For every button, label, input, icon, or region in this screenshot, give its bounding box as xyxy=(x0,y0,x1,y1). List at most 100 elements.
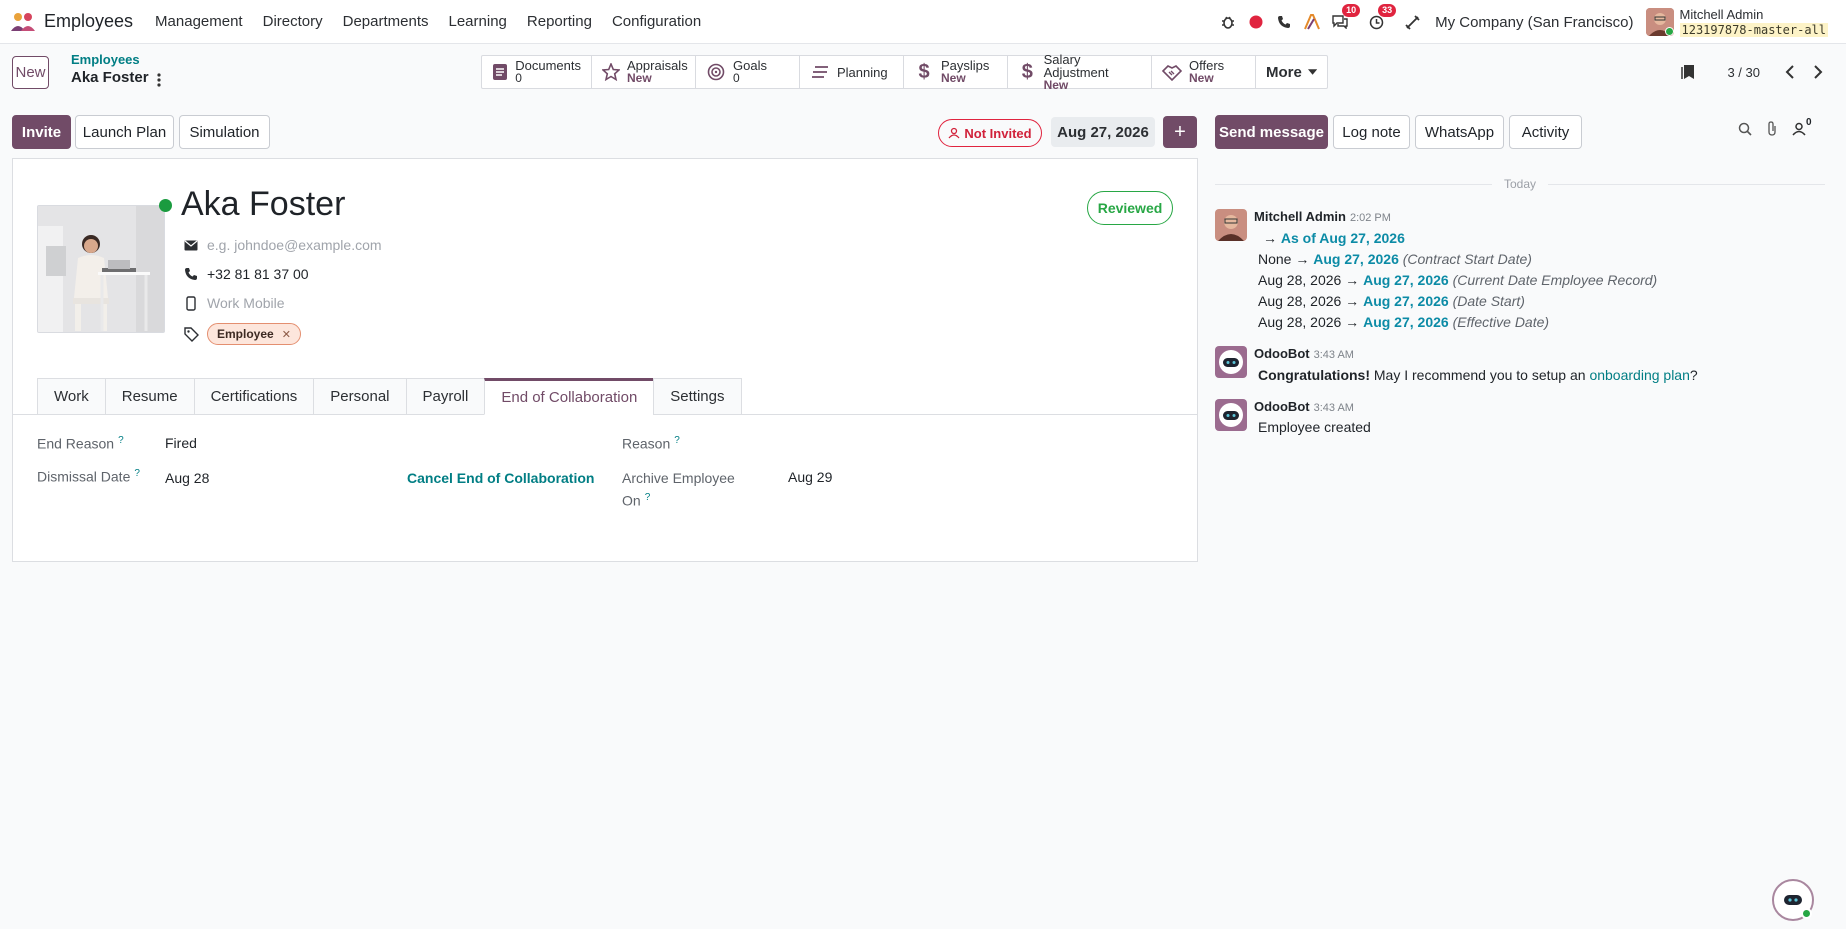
ai-assistant-icon[interactable] xyxy=(1301,11,1323,33)
more-label: More xyxy=(1266,63,1302,81)
payslips-smart-button[interactable]: $ Payslips New xyxy=(904,56,1008,88)
tag-employee[interactable]: Employee ✕ xyxy=(207,323,301,345)
employee-photo[interactable] xyxy=(37,205,165,333)
documents-smart-button[interactable]: Documents 0 xyxy=(482,56,592,88)
dismissal-date-field[interactable]: Aug 28 xyxy=(165,470,209,486)
onboarding-plan-link[interactable]: onboarding plan xyxy=(1589,367,1689,383)
messages-badge: 10 xyxy=(1342,4,1361,17)
salary-adjustment-value: New xyxy=(1043,77,1069,92)
employee-name[interactable]: Aka Foster xyxy=(181,185,345,224)
message-author[interactable]: Mitchell Admin xyxy=(1254,209,1346,224)
menu-learning[interactable]: Learning xyxy=(449,13,507,30)
activity-button[interactable]: Activity xyxy=(1509,115,1582,149)
breadcrumb-current: Aka Foster xyxy=(71,69,149,86)
effective-date-field[interactable]: Aug 27, 2026 xyxy=(1051,117,1155,147)
tab-payroll[interactable]: Payroll xyxy=(405,378,485,415)
work-mobile-field[interactable]: Work Mobile xyxy=(207,295,285,311)
add-version-button[interactable]: + xyxy=(1163,116,1197,148)
app-name[interactable]: Employees xyxy=(44,11,133,32)
message-time: 2:02 PM xyxy=(1349,212,1391,224)
dismissal-date-label: Dismissal Date? xyxy=(37,468,140,485)
message-body: Employee created xyxy=(1258,419,1371,435)
message-author[interactable]: OdooBot xyxy=(1254,346,1310,361)
tab-resume[interactable]: Resume xyxy=(104,378,194,415)
remove-tag-icon[interactable]: ✕ xyxy=(282,328,291,341)
livechat-bot-button[interactable] xyxy=(1772,879,1814,921)
followers-button[interactable]: 0 xyxy=(1792,117,1812,136)
tab-end-of-collaboration[interactable]: End of Collaboration xyxy=(484,378,654,415)
offers-smart-button[interactable]: Offers New xyxy=(1152,56,1256,88)
message-body: Congratulations! May I recommend you to … xyxy=(1258,367,1698,383)
phone-icon[interactable] xyxy=(1273,11,1295,33)
tab-personal[interactable]: Personal xyxy=(313,378,406,415)
actions-menu-icon[interactable] xyxy=(156,72,162,88)
invite-button[interactable]: Invite xyxy=(12,115,71,149)
help-icon[interactable]: ? xyxy=(118,435,124,446)
goals-smart-button[interactable]: Goals 0 xyxy=(696,56,800,88)
help-icon[interactable]: ? xyxy=(674,435,680,446)
phone-row: +32 81 81 37 00 xyxy=(181,266,309,282)
menu-management[interactable]: Management xyxy=(155,13,243,30)
menu-reporting[interactable]: Reporting xyxy=(527,13,592,30)
smart-buttons: Documents 0 Appraisals New Goals 0 Planning… xyxy=(481,53,1328,91)
help-icon[interactable]: ? xyxy=(645,492,651,503)
help-icon[interactable]: ? xyxy=(134,468,140,479)
work-email-field[interactable]: e.g. johndoe@example.com xyxy=(207,237,382,253)
user-avatar[interactable] xyxy=(1645,8,1674,36)
pager-value[interactable]: 3 / 30 xyxy=(1727,65,1760,80)
tab-work[interactable]: Work xyxy=(37,378,105,415)
end-reason-field[interactable]: Fired xyxy=(165,435,197,451)
messages-icon[interactable]: 10 xyxy=(1329,4,1361,33)
menu-directory[interactable]: Directory xyxy=(263,13,323,30)
company-switcher[interactable]: My Company (San Francisco) xyxy=(1435,14,1633,31)
bug-icon[interactable] xyxy=(1217,11,1239,33)
presence-status-dot xyxy=(159,199,172,212)
more-smart-buttons[interactable]: More xyxy=(1256,56,1327,88)
tag-label: Employee xyxy=(217,327,274,341)
tools-icon[interactable] xyxy=(1401,11,1423,33)
next-record-icon[interactable] xyxy=(1804,58,1832,86)
appraisals-smart-button[interactable]: Appraisals New xyxy=(592,56,696,88)
salary-adjustment-smart-button[interactable]: $ Salary Adjustment New xyxy=(1008,53,1152,91)
planning-smart-button[interactable]: Planning xyxy=(800,56,904,88)
send-message-button[interactable]: Send message xyxy=(1215,115,1328,149)
archive-date-field[interactable]: Aug 29 xyxy=(788,469,832,485)
bookmark-icon[interactable] xyxy=(1681,64,1695,80)
tab-certifications[interactable]: Certifications xyxy=(193,378,314,415)
star-icon xyxy=(602,62,620,82)
documents-label: Documents xyxy=(515,58,581,73)
paperclip-icon[interactable] xyxy=(1766,121,1778,137)
breadcrumb-employees-link[interactable]: Employees xyxy=(71,52,149,67)
clock-icon[interactable]: 33 xyxy=(1365,4,1397,33)
employees-app-icon[interactable] xyxy=(10,9,36,35)
search-icon[interactable] xyxy=(1738,122,1752,136)
menu-departments[interactable]: Departments xyxy=(343,13,429,30)
mobile-row: Work Mobile xyxy=(181,295,285,311)
document-icon xyxy=(492,62,508,82)
menu-configuration[interactable]: Configuration xyxy=(612,13,701,30)
phone-icon xyxy=(181,267,201,281)
activities-badge: 33 xyxy=(1378,4,1397,17)
simulation-button[interactable]: Simulation xyxy=(179,115,270,149)
odoobot-avatar[interactable] xyxy=(1215,346,1247,378)
whatsapp-button[interactable]: WhatsApp xyxy=(1415,115,1504,149)
work-phone-field[interactable]: +32 81 81 37 00 xyxy=(207,266,309,282)
online-dot xyxy=(1801,908,1812,919)
user-menu[interactable]: Mitchell Admin 123197878-master-all xyxy=(1679,7,1828,37)
date-separator: Today xyxy=(1215,176,1825,192)
message-author[interactable]: OdooBot xyxy=(1254,399,1310,414)
launch-plan-button[interactable]: Launch Plan xyxy=(75,115,174,149)
tracking-line: Aug 28, 2026 → Aug 27, 2026 (Date Start) xyxy=(1258,293,1525,309)
previous-record-icon[interactable] xyxy=(1776,58,1804,86)
new-button[interactable]: New xyxy=(12,56,49,89)
message-time: 3:43 AM xyxy=(1313,402,1354,414)
cancel-end-of-collaboration-button[interactable]: Cancel End of Collaboration xyxy=(407,470,594,486)
log-note-button[interactable]: Log note xyxy=(1333,115,1410,149)
record-icon[interactable] xyxy=(1245,11,1267,33)
mitchell-admin-avatar[interactable] xyxy=(1215,209,1247,241)
tab-settings[interactable]: Settings xyxy=(653,378,742,415)
tag-icon xyxy=(181,326,201,342)
documents-count: 0 xyxy=(515,71,522,85)
odoobot-avatar[interactable] xyxy=(1215,399,1247,431)
systray: 10 33 My Company (San Francisco) Mitchel… xyxy=(1211,0,1828,44)
